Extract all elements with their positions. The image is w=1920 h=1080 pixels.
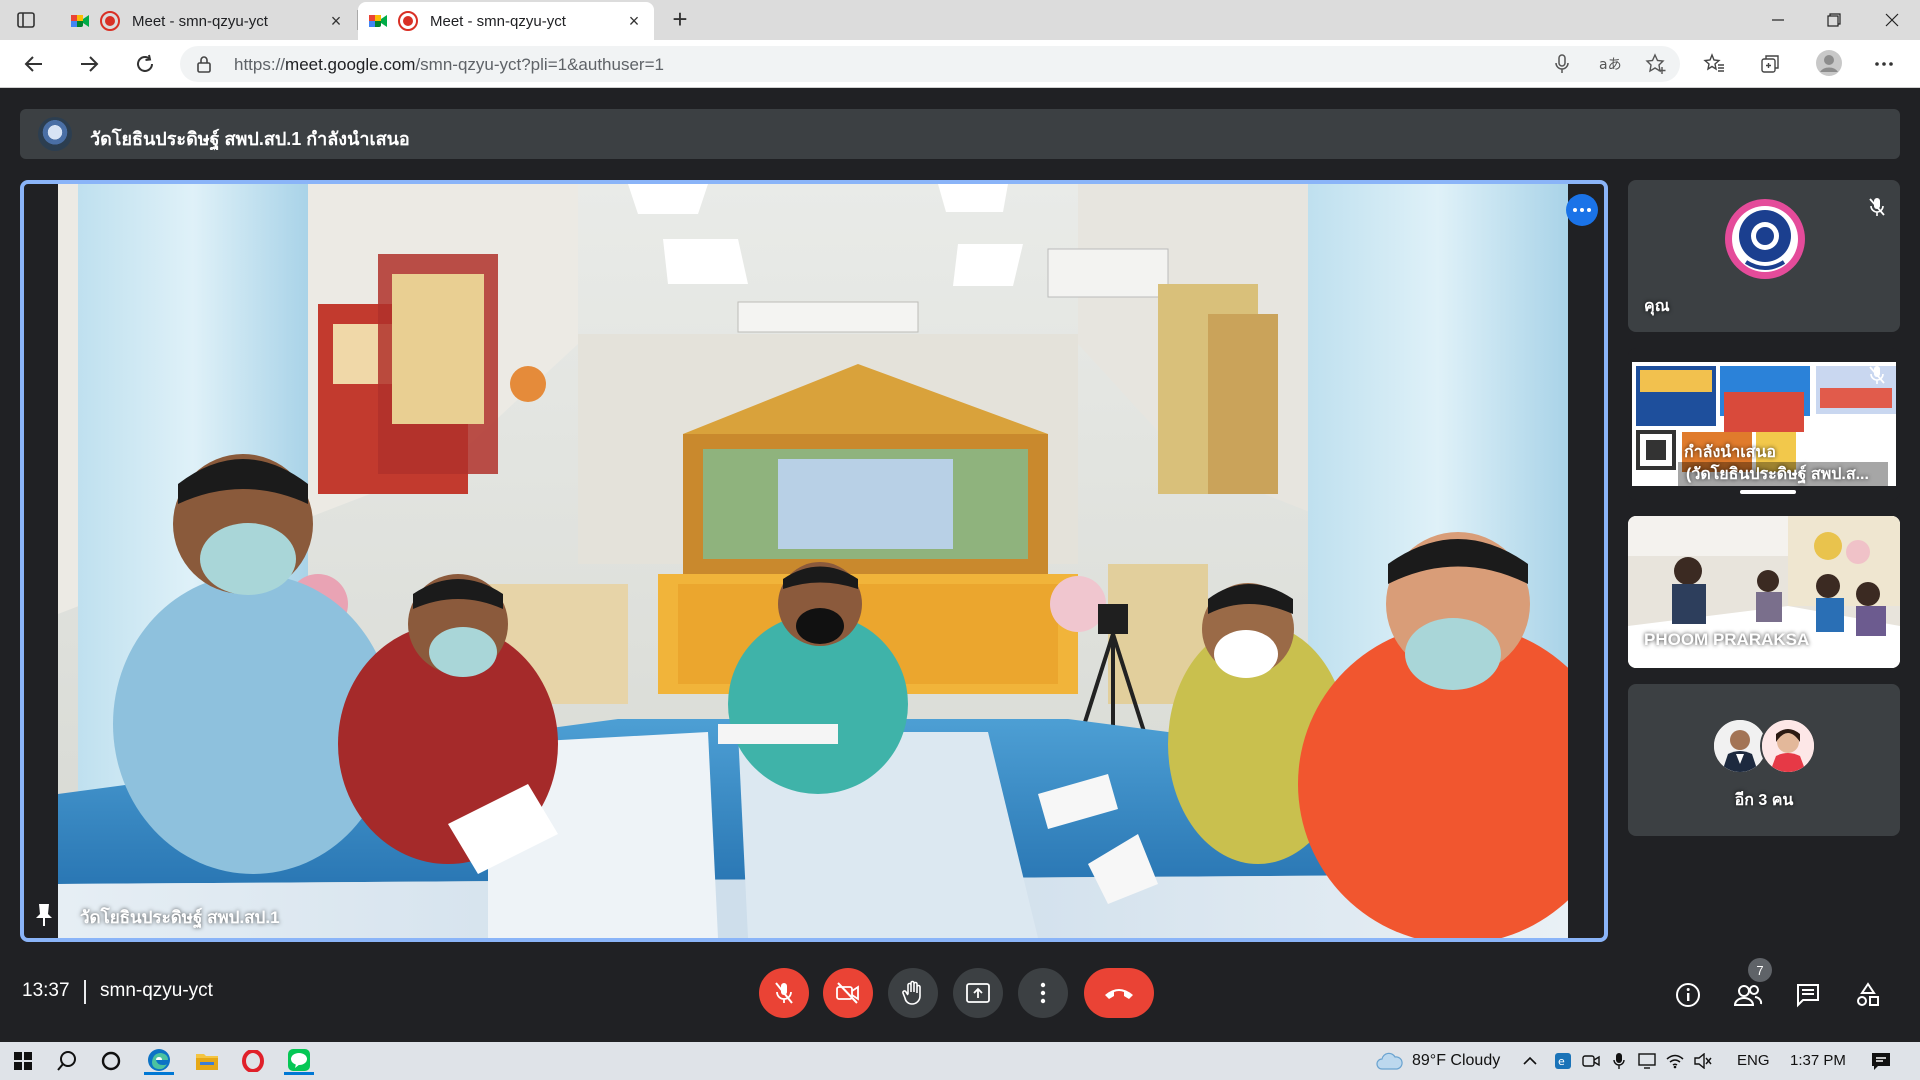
browser-tab-bar: Meet - smn-qzyu-yct × Meet - smn-qzyu-yc… [0,0,1920,40]
main-video-feed [58,184,1568,938]
hand-icon [902,980,921,1005]
task-view-icon[interactable] [96,1047,126,1075]
meeting-details-icon[interactable] [1673,980,1703,1010]
tile-more-options-button[interactable] [1566,194,1598,226]
search-icon[interactable] [52,1047,82,1075]
favorites-icon[interactable] [1702,52,1726,76]
meeting-code: smn-qzyu-yct [100,980,213,1001]
meet-favicon-icon [368,11,388,31]
notifications-icon[interactable] [1866,1047,1896,1075]
muted-mic-icon [1864,362,1890,388]
recording-icon [100,11,120,31]
present-screen-button[interactable] [953,968,1003,1018]
presenter-avatar [38,117,72,151]
windows-start-icon[interactable] [8,1047,38,1075]
side-tile-self[interactable]: คุณ [1628,180,1900,332]
input-language[interactable]: ENG [1737,1052,1770,1069]
divider [84,980,86,1004]
tab-title: Meet - smn-qzyu-yct [430,12,566,30]
presenting-text: วัดโยธินประดิษฐ์ สพป.สป.1 กำลังนำเสนอ [90,129,410,149]
muted-mic-icon [1864,194,1890,220]
taskbar-clock[interactable]: 1:37 PM [1790,1052,1846,1069]
microphone-icon[interactable] [1550,52,1574,76]
side-tile-name: (วัดโยธินประดิษฐ์ สพป.ส... [1686,466,1869,483]
dot-icon [1587,208,1591,212]
participant-count-badge: 7 [1748,958,1772,982]
more-vert-icon [1040,982,1046,1004]
meet-favicon-icon [70,11,90,31]
volume-muted-icon[interactable] [1692,1047,1714,1075]
side-tile-others[interactable]: อีก 3 คน [1628,684,1900,836]
microphone-tray-icon[interactable] [1608,1047,1630,1075]
svg-text:e: e [1558,1055,1565,1068]
main-tile-participant-name: วัดโยธินประดิษฐ์ สพป.สป.1 [80,908,280,927]
side-tile-name: คุณ [1644,298,1670,315]
camera-off-icon [836,982,859,1004]
translate-icon[interactable]: aあ [1598,52,1622,76]
chat-icon[interactable] [1793,980,1823,1010]
hang-up-icon [1105,989,1133,999]
svg-text:aあ: aあ [1599,57,1621,73]
lock-icon [196,55,212,73]
more-menu-icon[interactable] [1872,52,1896,76]
browser-address-bar: https://meet.google.com/smn-qzyu-yct?pli… [0,40,1920,88]
collections-icon[interactable] [1758,52,1782,76]
meeting-time: 13:37 [22,980,70,1001]
presenting-banner: วัดโยธินประดิษฐ์ สพป.สป.1 กำลังนำเสนอ [20,109,1900,159]
camera-toggle-button[interactable] [823,968,873,1018]
meet-now-icon[interactable] [1580,1047,1602,1075]
pin-icon[interactable] [34,902,54,928]
more-options-button[interactable] [1018,968,1068,1018]
weather-cloud-icon[interactable] [1372,1047,1406,1075]
back-icon[interactable] [20,50,48,78]
add-favorite-icon[interactable] [1644,52,1668,76]
url-host: meet.google.com [285,55,416,74]
display-tray-icon[interactable] [1636,1047,1658,1075]
opera-browser-icon[interactable] [238,1047,268,1075]
tab-title: Meet - smn-qzyu-yct [132,12,268,30]
weather-text[interactable]: 89°F Cloudy [1412,1052,1500,1070]
activities-icon[interactable] [1853,980,1883,1010]
new-tab-button[interactable]: + [666,6,694,34]
browser-tab-2[interactable]: Meet - smn-qzyu-yct × [358,2,654,40]
thumbnail-scroll-indicator [1740,490,1796,494]
tab-close-icon[interactable]: × [326,11,346,31]
windows-taskbar: 89°F Cloudy e ENG 1:37 PM [0,1042,1920,1080]
chevron-up-icon[interactable] [1520,1047,1540,1075]
side-tile-name: PHOOM PRARAKSA [1644,630,1810,649]
dot-icon [1580,208,1584,212]
participant-avatar [1760,718,1816,774]
url-scheme: https:// [234,55,286,74]
wifi-icon[interactable] [1664,1047,1686,1075]
leave-call-button[interactable] [1084,968,1154,1018]
present-icon [966,983,990,1003]
url-text: https://meet.google.com/smn-qzyu-yct?pli… [234,55,664,75]
line-app-icon[interactable] [284,1047,314,1075]
url-input[interactable]: https://meet.google.com/smn-qzyu-yct?pli… [180,46,1680,82]
refresh-icon[interactable] [131,50,159,78]
url-path: /smn-qzyu-yct?pli=1&authuser=1 [415,55,664,74]
browser-tab-1[interactable]: Meet - smn-qzyu-yct × [60,2,356,40]
recording-icon [398,11,418,31]
side-tile-phoom[interactable]: PHOOM PRARAKSA [1628,516,1900,668]
mic-off-icon [775,982,793,1004]
minimize-icon[interactable] [1750,0,1806,40]
microphone-toggle-button[interactable] [759,968,809,1018]
close-window-icon[interactable] [1864,0,1920,40]
self-avatar-logo [1724,198,1806,280]
raise-hand-button[interactable] [888,968,938,1018]
file-explorer-icon[interactable] [192,1047,222,1075]
restore-icon[interactable] [1806,0,1862,40]
tab-actions-icon[interactable] [14,8,38,32]
profile-avatar-icon[interactable] [1814,48,1844,78]
tab-close-icon[interactable]: × [624,11,644,31]
forward-icon[interactable] [75,50,103,78]
side-tile-presentation[interactable]: กำลังนำเสนอ (วัดโยธินประดิษฐ์ สพป.ส... [1628,348,1900,500]
tray-app-icon[interactable]: e [1552,1047,1574,1075]
edge-browser-icon[interactable] [144,1047,174,1075]
more-participants-label: อีก 3 คน [1734,792,1794,809]
participants-icon[interactable] [1733,980,1763,1010]
main-video-tile[interactable]: วัดโยธินประดิษฐ์ สพป.สป.1 [20,180,1608,942]
dot-icon [1573,208,1577,212]
